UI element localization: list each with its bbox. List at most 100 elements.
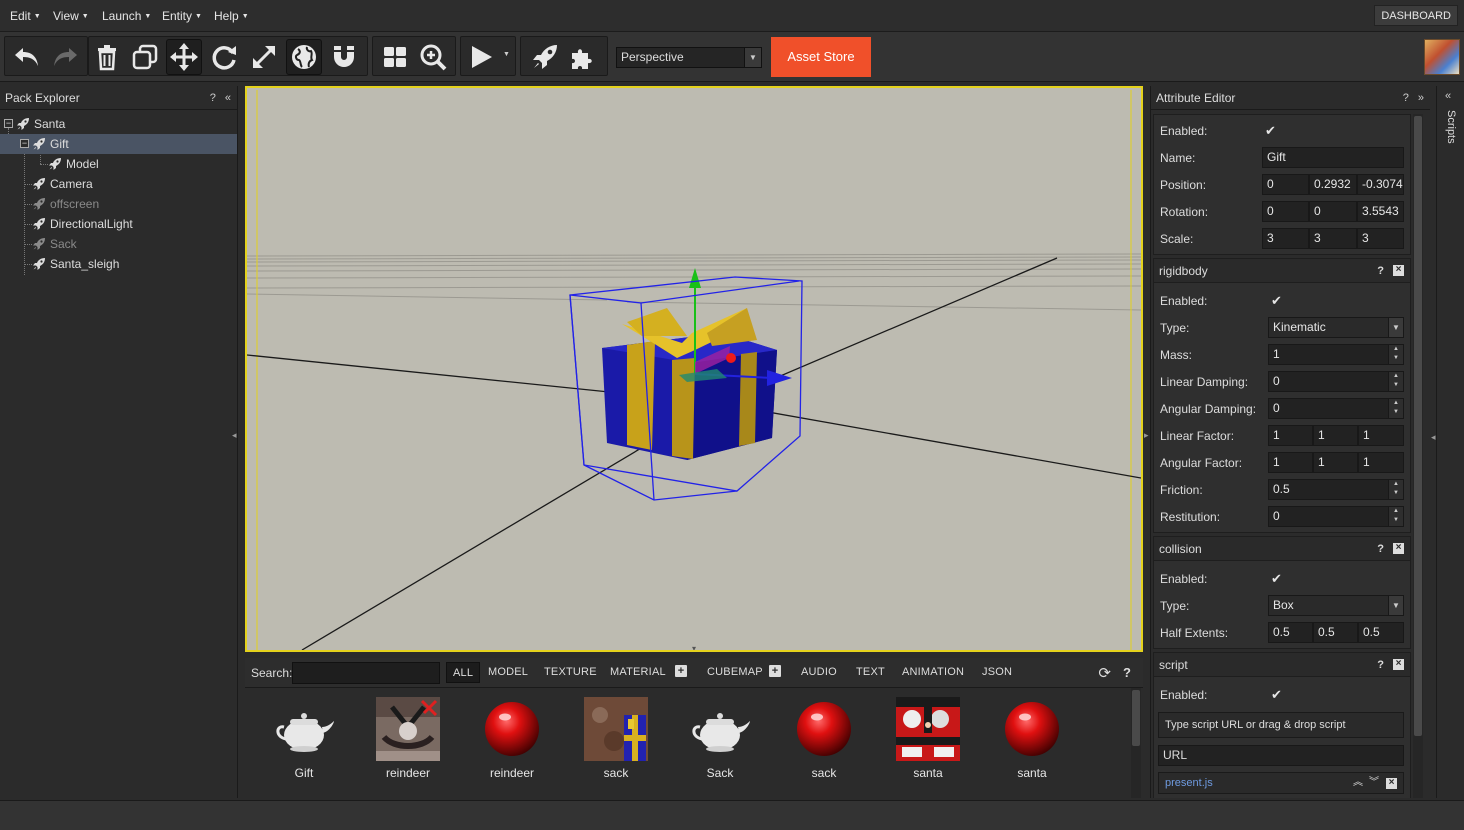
duplicate-icon[interactable] [127,39,163,75]
scripts-panel-label[interactable]: Scripts [1445,110,1457,144]
add-cubemap-icon[interactable]: + [769,665,781,677]
script-drop-zone[interactable]: Type script URL or drag & drop script [1158,712,1404,738]
collapse-handle-icon[interactable]: ◂ [232,430,238,454]
friction-field[interactable]: 0.5 ▲ ▼ [1268,479,1404,500]
filter-json[interactable]: JSON [982,666,1012,678]
remove-component-icon[interactable]: × [1393,659,1404,670]
filter-cubemap[interactable]: CUBEMAP [707,666,763,678]
help-icon[interactable]: ? [1403,92,1409,104]
half-extents-y-field[interactable]: 0.5 [1313,622,1358,643]
collapse-right-icon[interactable]: » [1418,92,1424,104]
asset-tile[interactable]: reindeer [459,696,549,786]
translate-icon[interactable] [166,39,202,75]
launch-icon[interactable] [527,39,563,75]
mass-field[interactable]: 1 ▲ ▼ [1268,344,1404,365]
position-y-field[interactable]: 0.2932 [1309,174,1357,195]
help-icon[interactable]: ? [1377,259,1384,283]
scripts-panel-collapsed[interactable]: « Scripts ◂ [1431,86,1464,798]
avatar[interactable] [1424,39,1460,75]
collapse-left-icon[interactable]: « [225,92,231,104]
collapse-down-icon[interactable]: ▾ [692,644,696,650]
half-extents-x-field[interactable]: 0.5 [1268,622,1313,643]
angular-factor-y-field[interactable]: 1 [1313,452,1358,473]
world-space-icon[interactable] [286,39,322,75]
linear-factor-x-field[interactable]: 1 [1268,425,1313,446]
tree-item-directionallight[interactable]: DirectionalLight [0,214,237,234]
play-options-caret[interactable]: ▼ [503,51,510,58]
angular-damping-field[interactable]: 0 ▲ ▼ [1268,398,1404,419]
dashboard-button[interactable]: DASHBOARD [1374,5,1458,26]
filter-audio[interactable]: AUDIO [801,666,837,678]
position-x-field[interactable]: 0 [1262,174,1309,195]
tree-item-camera[interactable]: Camera [0,174,237,194]
remove-component-icon[interactable]: × [1393,265,1404,276]
filter-animation[interactable]: ANIMATION [902,666,964,678]
asset-tile[interactable]: reindeer [355,696,445,786]
stepper-icon[interactable]: ▲ ▼ [1388,399,1403,418]
help-icon[interactable]: ? [1377,537,1384,561]
rotation-y-field[interactable]: 0 [1309,201,1357,222]
stepper-icon[interactable]: ▲ ▼ [1388,507,1403,526]
script-url-input[interactable]: URL [1158,745,1404,766]
scale-z-field[interactable]: 3 [1357,228,1404,249]
zoom-fit-icon[interactable] [415,39,451,75]
help-icon[interactable]: ? [1377,653,1384,677]
tree-item-offscreen[interactable]: offscreen [0,194,237,214]
collapse-handle-icon[interactable]: ◂ [1431,432,1436,443]
tree-item-santa[interactable]: − Santa [0,114,237,134]
asset-store-button[interactable]: Asset Store [771,37,871,77]
add-material-icon[interactable]: + [675,665,687,677]
attribute-scrollbar[interactable] [1413,114,1423,798]
grid-icon[interactable] [377,39,413,75]
tree-item-sack[interactable]: Sack [0,234,237,254]
help-icon[interactable]: ? [1123,665,1131,680]
move-down-icon[interactable]: ︾ [1369,773,1379,793]
undo-icon[interactable] [9,39,45,75]
collision-enabled-checkbox[interactable]: ✔ [1271,571,1282,587]
menu-entity[interactable]: Entity ▼ [162,9,202,23]
linear-factor-y-field[interactable]: 1 [1313,425,1358,446]
asset-tile[interactable]: santa [875,696,965,786]
angular-factor-z-field[interactable]: 1 [1358,452,1404,473]
filter-texture[interactable]: TEXTURE [544,666,597,678]
rigidbody-enabled-checkbox[interactable]: ✔ [1271,293,1282,309]
angular-factor-x-field[interactable]: 1 [1268,452,1313,473]
filter-all[interactable]: ALL [446,662,481,683]
scale-y-field[interactable]: 3 [1309,228,1357,249]
script-item[interactable]: present.js ︽ ︾ × [1158,772,1404,794]
name-field[interactable]: Gift [1262,147,1404,168]
rotation-z-field[interactable]: 3.5543 [1357,201,1404,222]
camera-mode-select[interactable]: Perspective ▼ [616,47,762,68]
collision-type-select[interactable]: Box ▼ [1268,595,1404,616]
help-icon[interactable]: ? [210,92,216,104]
stepper-icon[interactable]: ▲ ▼ [1388,372,1403,391]
stepper-icon[interactable]: ▲ ▼ [1388,480,1403,499]
play-icon[interactable] [463,39,499,75]
rigidbody-type-select[interactable]: Kinematic ▼ [1268,317,1404,338]
position-z-field[interactable]: -0.3074 [1357,174,1404,195]
collapse-toggle-icon[interactable]: − [4,119,13,128]
entity-enabled-checkbox[interactable]: ✔ [1265,123,1276,139]
collapse-toggle-icon[interactable]: − [20,139,29,148]
snap-magnet-icon[interactable] [326,39,362,75]
tree-item-santa-sleigh[interactable]: Santa_sleigh [0,254,237,274]
stepper-icon[interactable]: ▲ ▼ [1388,345,1403,364]
asset-tile[interactable]: sack [771,696,861,786]
script-enabled-checkbox[interactable]: ✔ [1271,687,1282,703]
remove-script-icon[interactable]: × [1386,778,1397,789]
menu-edit[interactable]: Edit ▼ [10,9,41,23]
half-extents-z-field[interactable]: 0.5 [1358,622,1404,643]
scale-x-field[interactable]: 3 [1262,228,1309,249]
3d-viewport[interactable]: ▾ [245,86,1143,652]
filter-model[interactable]: MODEL [488,666,528,678]
plugin-icon[interactable] [565,39,601,75]
menu-launch[interactable]: Launch ▼ [102,9,151,23]
scale-icon[interactable] [246,39,282,75]
asset-scrollbar[interactable] [1131,688,1141,798]
gift-model[interactable] [602,308,777,460]
tree-item-gift[interactable]: − Gift [0,134,237,154]
filter-material[interactable]: MATERIAL [610,666,666,678]
tree-item-model[interactable]: Model [0,154,237,174]
restitution-field[interactable]: 0 ▲ ▼ [1268,506,1404,527]
filter-text[interactable]: TEXT [856,666,885,678]
